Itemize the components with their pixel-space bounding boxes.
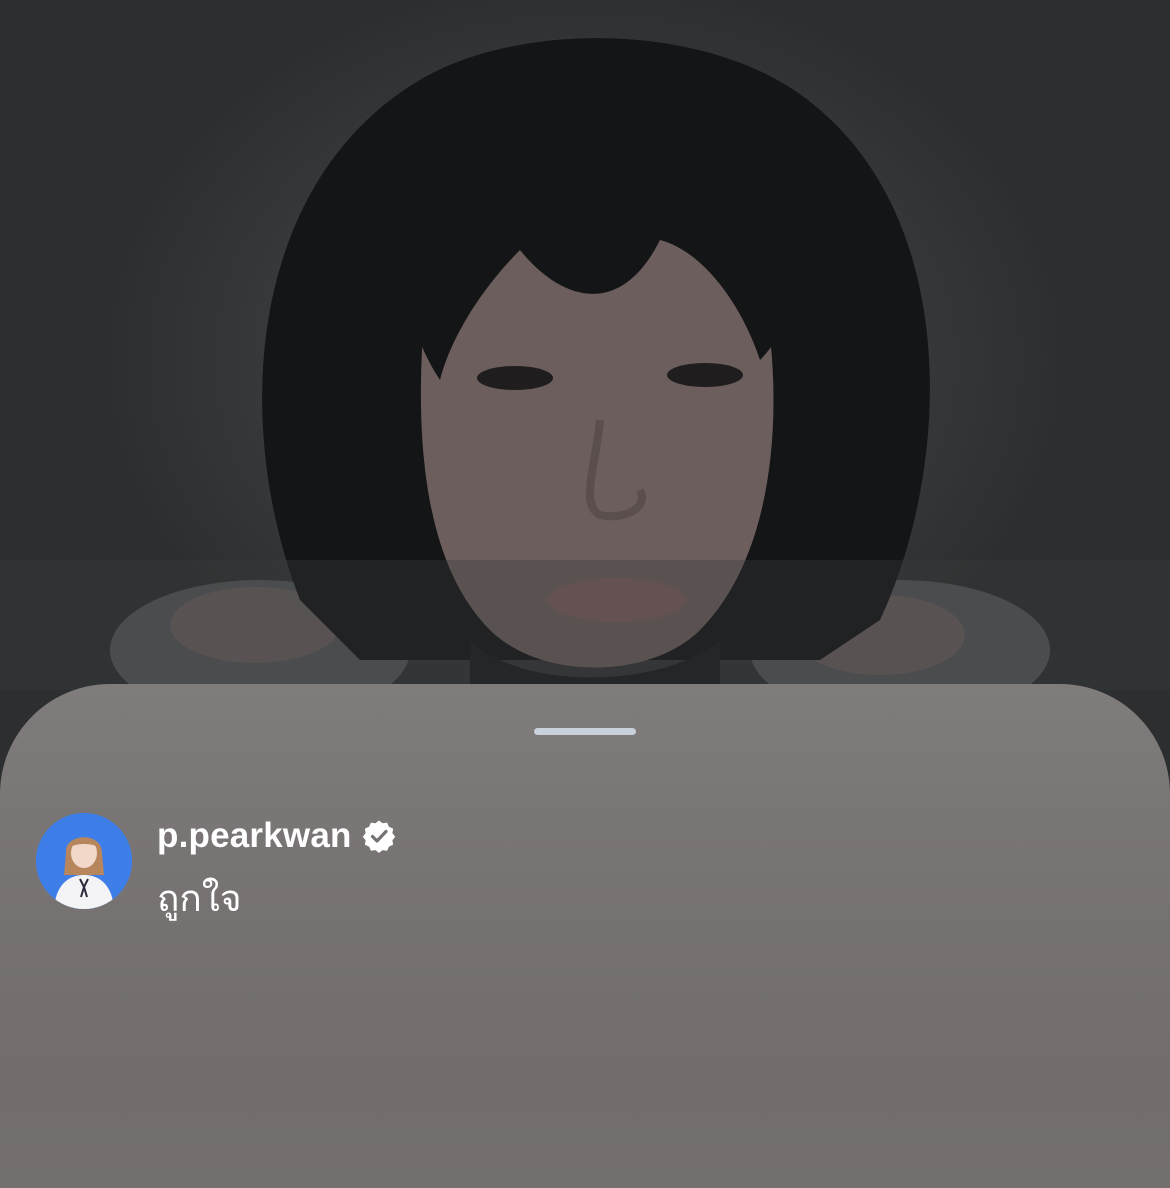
verified-badge-icon — [362, 819, 396, 853]
profile-avatar[interactable] — [36, 813, 132, 909]
comment-sheet: p.pearkwan ถูกใจ — [0, 684, 1170, 1188]
comment-content: p.pearkwan ถูกใจ — [157, 813, 396, 923]
comment-text: ถูกใจ — [157, 877, 242, 920]
avatar-image — [36, 813, 132, 909]
drag-handle[interactable] — [534, 728, 636, 735]
username-row: p.pearkwan — [157, 811, 396, 861]
comment-item: p.pearkwan ถูกใจ — [36, 813, 396, 923]
story-comment-screen: p.pearkwan ถูกใจ — [0, 0, 1170, 1188]
username[interactable]: p.pearkwan — [157, 816, 352, 856]
